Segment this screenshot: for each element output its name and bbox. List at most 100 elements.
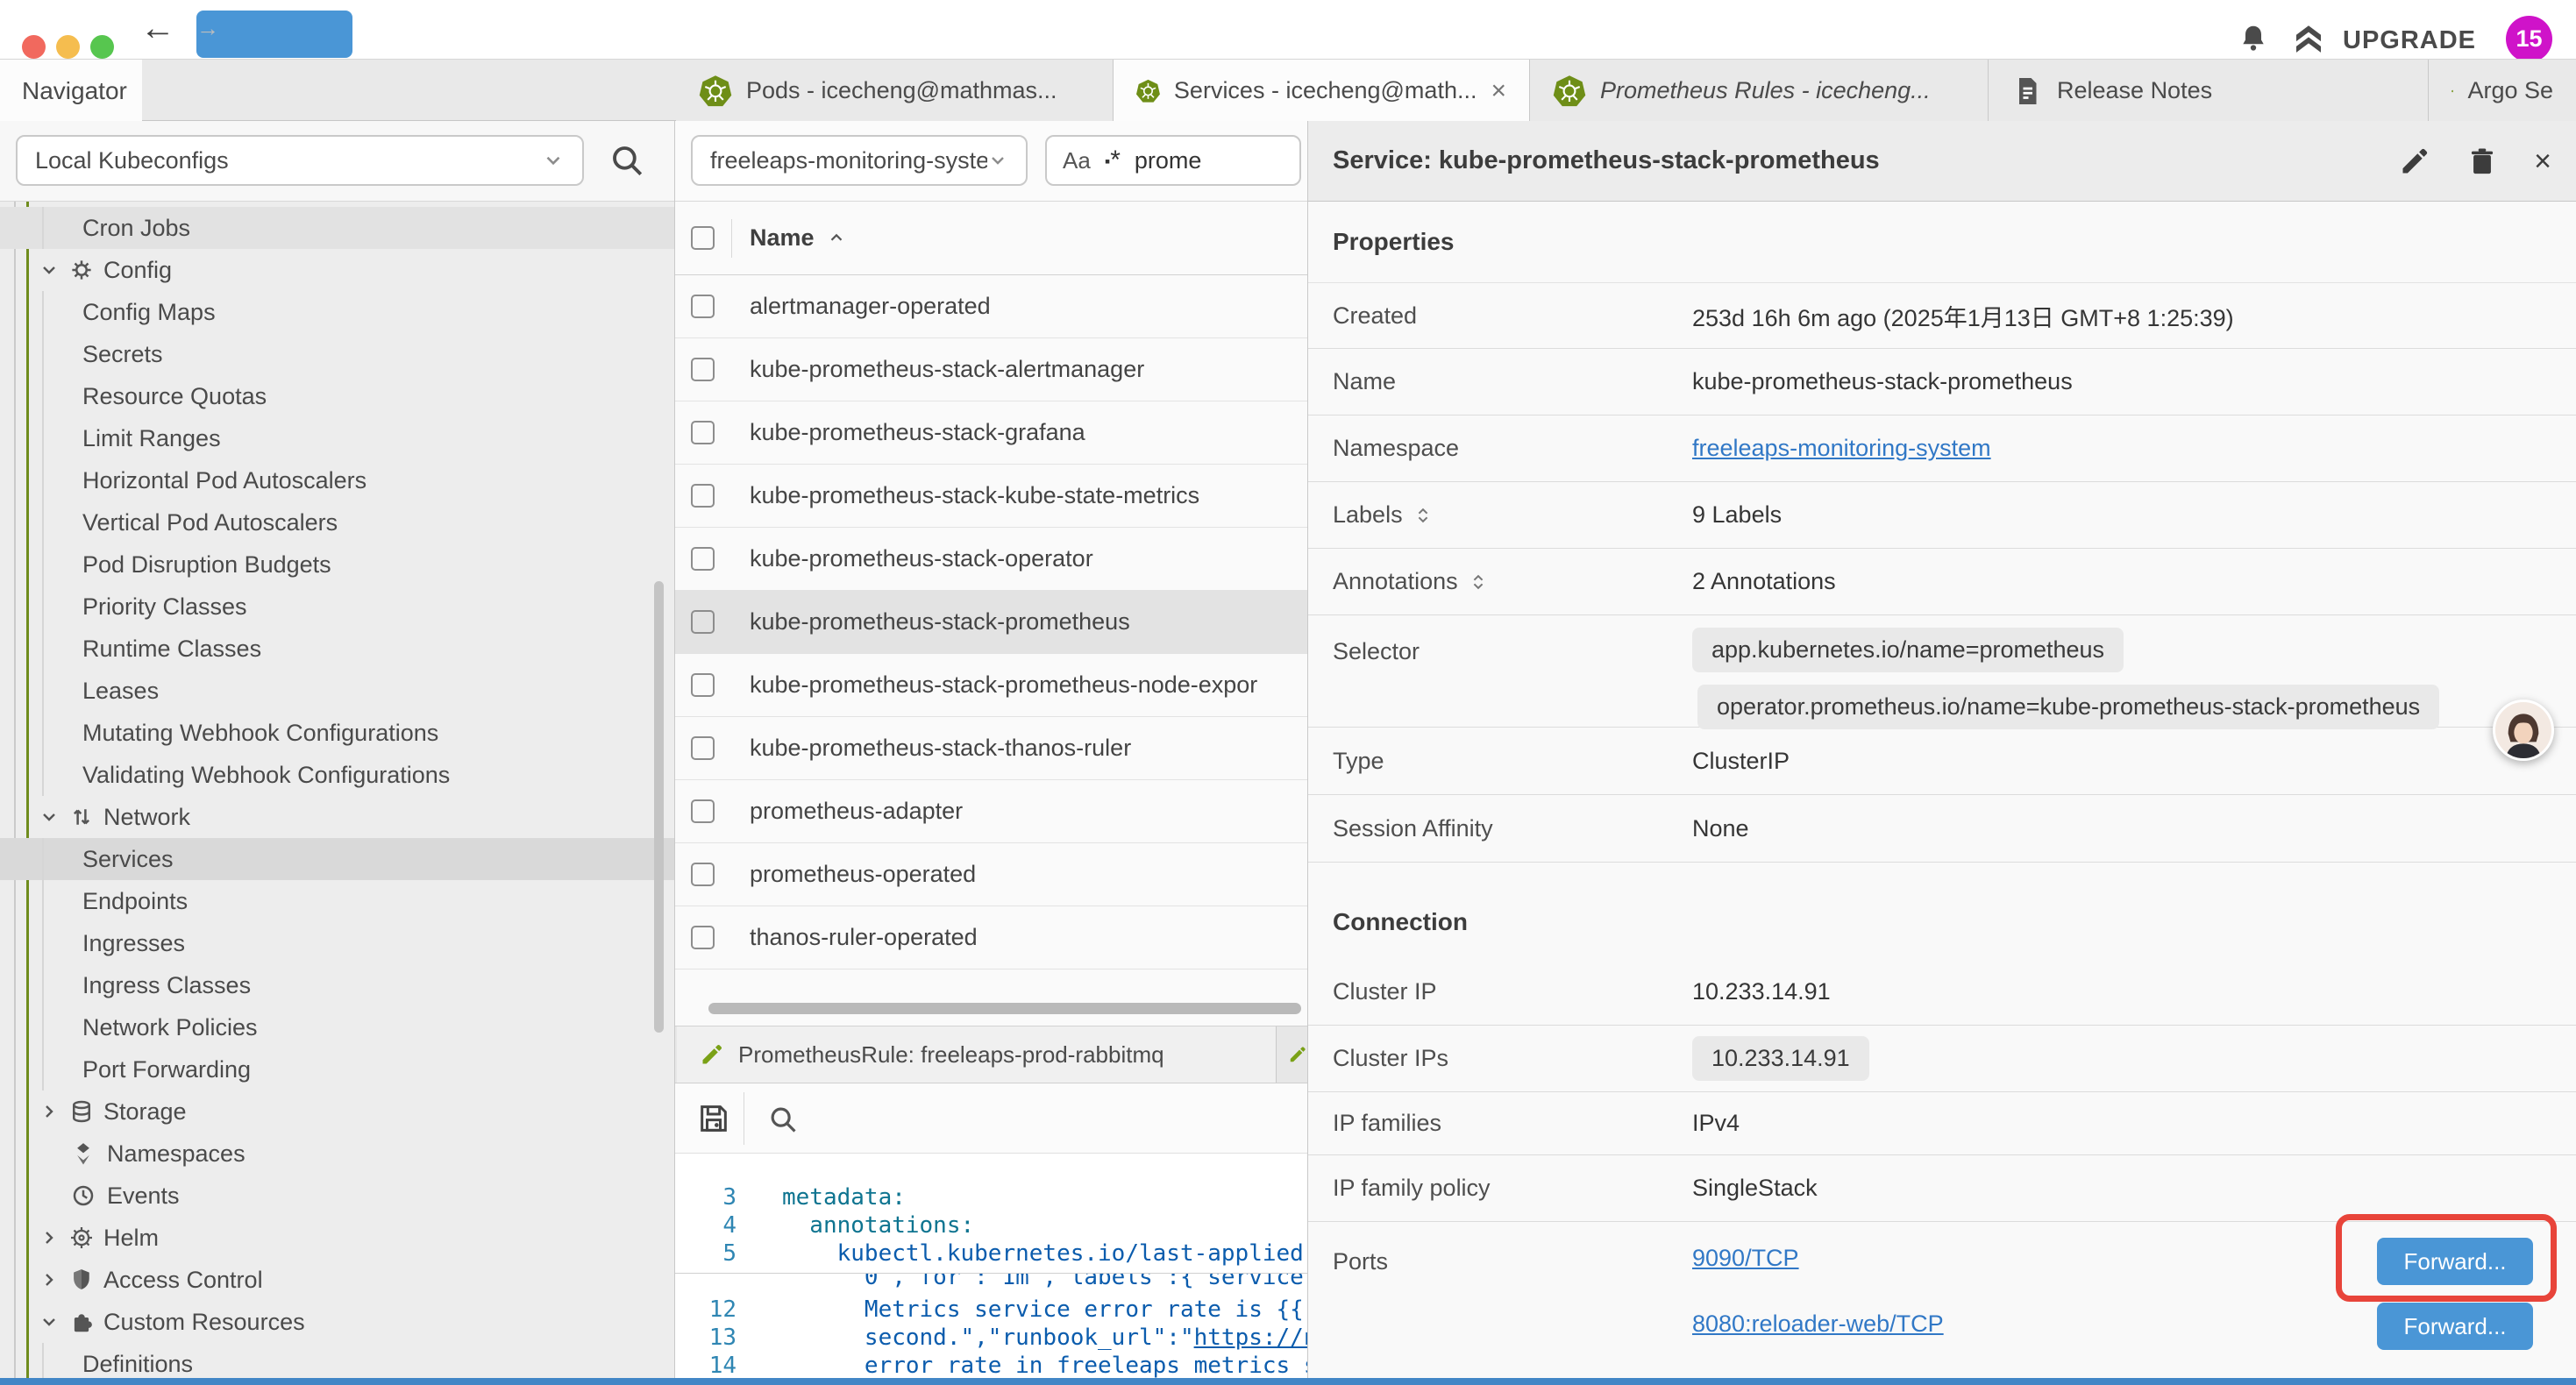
row-checkbox[interactable] (691, 358, 715, 381)
list-search-input[interactable]: Aa ▪* prome (1045, 135, 1301, 186)
row-checkbox[interactable] (691, 547, 715, 571)
tab-release-notes[interactable]: Release Notes (1989, 60, 2429, 122)
table-row[interactable]: alertmanager-operated (675, 275, 1307, 338)
row-checkbox[interactable] (691, 926, 715, 949)
sidebar-item-config[interactable]: Config (0, 249, 674, 291)
expand-collapse-icon[interactable] (1413, 506, 1433, 525)
upgrade-chevrons-icon[interactable] (2290, 21, 2327, 58)
sidebar-item-custom-resources[interactable]: Custom Resources (0, 1301, 674, 1343)
sidebar-item-validating-webhook-configurations[interactable]: Validating Webhook Configurations (0, 754, 674, 796)
editor-search-icon[interactable] (766, 1103, 800, 1136)
sidebar-item-helm[interactable]: Helm (0, 1217, 674, 1259)
cluster-ip-chip[interactable]: 10.233.14.91 (1692, 1036, 1869, 1081)
sidebar-item-definitions[interactable]: Definitions (0, 1343, 674, 1378)
table-row[interactable]: prometheus-operated (675, 843, 1307, 906)
edit-pencil-icon[interactable] (2399, 146, 2430, 177)
upgrade-label[interactable]: UPGRADE (2343, 26, 2476, 55)
sidebar-item-events[interactable]: Events (0, 1175, 674, 1217)
traffic-light-close[interactable] (22, 35, 46, 59)
selector-chip[interactable]: operator.prometheus.io/name=kube-prometh… (1697, 685, 2439, 729)
forward-button-8080[interactable]: Forward... (2377, 1303, 2533, 1350)
row-checkbox[interactable] (691, 484, 715, 508)
navigator-search-icon[interactable] (608, 142, 645, 179)
tab-prometheus-rules[interactable]: Prometheus Rules - icecheng... (1530, 60, 1989, 122)
property-value[interactable]: 2 Annotations (1692, 568, 1836, 595)
delete-trash-icon[interactable] (2467, 146, 2497, 176)
sidebar-item-horizontal-pod-autoscalers[interactable]: Horizontal Pod Autoscalers (0, 459, 674, 501)
navigator-panel-tab[interactable]: Navigator (0, 60, 142, 122)
horizontal-scrollbar[interactable] (708, 1003, 1301, 1014)
editor-tab-next[interactable] (1277, 1026, 1307, 1083)
sidebar-item-port-forwarding[interactable]: Port Forwarding (0, 1048, 674, 1090)
table-row[interactable]: kube-prometheus-stack-thanos-ruler (675, 717, 1307, 780)
gear-icon (68, 257, 95, 283)
close-icon[interactable]: × (2534, 146, 2551, 176)
sidebar-item-services[interactable]: Services (0, 838, 674, 880)
port-link-9090[interactable]: 9090/TCP (1692, 1245, 1799, 1272)
sidebar-item-namespaces[interactable]: Namespaces (0, 1133, 674, 1175)
expand-collapse-icon[interactable] (1469, 572, 1488, 592)
table-row[interactable]: kube-prometheus-stack-alertmanager (675, 338, 1307, 401)
port-link-8080[interactable]: 8080:reloader-web/TCP (1692, 1310, 1944, 1338)
yaml-editor[interactable]: 3metadata: 4 annotations: 5 kubectl.kube… (675, 1154, 1307, 1378)
sidebar-item-priority-classes[interactable]: Priority Classes (0, 586, 674, 628)
sidebar-item-access-control[interactable]: Access Control (0, 1259, 674, 1301)
navigator-scrollbar[interactable] (654, 581, 664, 1033)
row-checkbox[interactable] (691, 673, 715, 697)
namespace-select[interactable]: freeleaps-monitoring-system (691, 135, 1028, 186)
sidebar-item-leases[interactable]: Leases (0, 670, 674, 712)
sidebar-item-resource-quotas[interactable]: Resource Quotas (0, 375, 674, 417)
table-row[interactable]: kube-prometheus-stack-operator (675, 528, 1307, 591)
table-row[interactable]: kube-prometheus-stack-grafana (675, 401, 1307, 465)
table-row-selected[interactable]: kube-prometheus-stack-prometheus (675, 591, 1307, 654)
table-row[interactable]: kube-prometheus-stack-prometheus-node-ex… (675, 654, 1307, 717)
sidebar-item-endpoints[interactable]: Endpoints (0, 880, 674, 922)
selector-chip[interactable]: app.kubernetes.io/name=prometheus (1692, 628, 2124, 672)
traffic-light-minimize[interactable] (56, 35, 80, 59)
sidebar-item-config-maps[interactable]: Config Maps (0, 291, 674, 333)
namespace-link[interactable]: freeleaps-monitoring-system (1692, 435, 1991, 461)
sidebar-item-ingress-classes[interactable]: Ingress Classes (0, 964, 674, 1006)
runbook-url-link[interactable]: https://net (1194, 1325, 1308, 1351)
sidebar-item-mutating-webhook-configurations[interactable]: Mutating Webhook Configurations (0, 712, 674, 754)
tab-argo[interactable]: Argo Se (2429, 60, 2576, 122)
row-checkbox[interactable] (691, 863, 715, 886)
sort-ascending-icon[interactable] (827, 229, 846, 248)
tab-services[interactable]: Services - icecheng@math... × (1114, 60, 1530, 122)
notification-count-badge[interactable]: 15 (2506, 16, 2552, 62)
back-arrow-icon[interactable]: ← (140, 11, 175, 46)
sidebar-item-secrets[interactable]: Secrets (0, 333, 674, 375)
sidebar-item-network-policies[interactable]: Network Policies (0, 1006, 674, 1048)
kubeconfig-select[interactable]: Local Kubeconfigs (16, 135, 584, 186)
tab-close-icon[interactable]: × (1491, 76, 1506, 106)
sidebar-item-pod-disruption-budgets[interactable]: Pod Disruption Budgets (0, 543, 674, 586)
notifications-bell-icon[interactable] (2238, 23, 2269, 54)
forward-arrow-icon[interactable]: → (196, 11, 352, 58)
sidebar-item-ingresses[interactable]: Ingresses (0, 922, 674, 964)
editor-tab-prometheusrule[interactable]: PrometheusRule: freeleaps-prod-rabbitmq (677, 1026, 1277, 1083)
row-checkbox[interactable] (691, 799, 715, 823)
property-value[interactable]: 9 Labels (1692, 501, 1782, 529)
tab-pods[interactable]: Pods - icecheng@mathmas... (676, 60, 1114, 122)
table-row[interactable]: kube-prometheus-stack-kube-state-metrics (675, 465, 1307, 528)
row-checkbox[interactable] (691, 421, 715, 444)
select-all-checkbox[interactable] (691, 226, 715, 250)
sidebar-item-cron-jobs[interactable]: Cron Jobs (0, 207, 674, 249)
row-checkbox[interactable] (691, 736, 715, 760)
save-icon[interactable] (696, 1101, 731, 1136)
regex-icon[interactable]: ▪* (1105, 146, 1121, 175)
sidebar-item-storage[interactable]: Storage (0, 1090, 674, 1133)
sidebar-item-label: Definitions (82, 1351, 193, 1378)
row-checkbox[interactable] (691, 610, 715, 634)
sidebar-item-runtime-classes[interactable]: Runtime Classes (0, 628, 674, 670)
table-row[interactable]: thanos-ruler-operated (675, 906, 1307, 970)
traffic-light-zoom[interactable] (90, 35, 114, 59)
sidebar-item-vertical-pod-autoscalers[interactable]: Vertical Pod Autoscalers (0, 501, 674, 543)
match-case-icon[interactable]: Aa (1063, 147, 1091, 174)
name-column-header[interactable]: Name (750, 224, 815, 252)
sidebar-item-limit-ranges[interactable]: Limit Ranges (0, 417, 674, 459)
sidebar-item-network[interactable]: Network (0, 796, 674, 838)
avatar[interactable] (2493, 700, 2554, 761)
row-checkbox[interactable] (691, 295, 715, 318)
table-row[interactable]: prometheus-adapter (675, 780, 1307, 843)
